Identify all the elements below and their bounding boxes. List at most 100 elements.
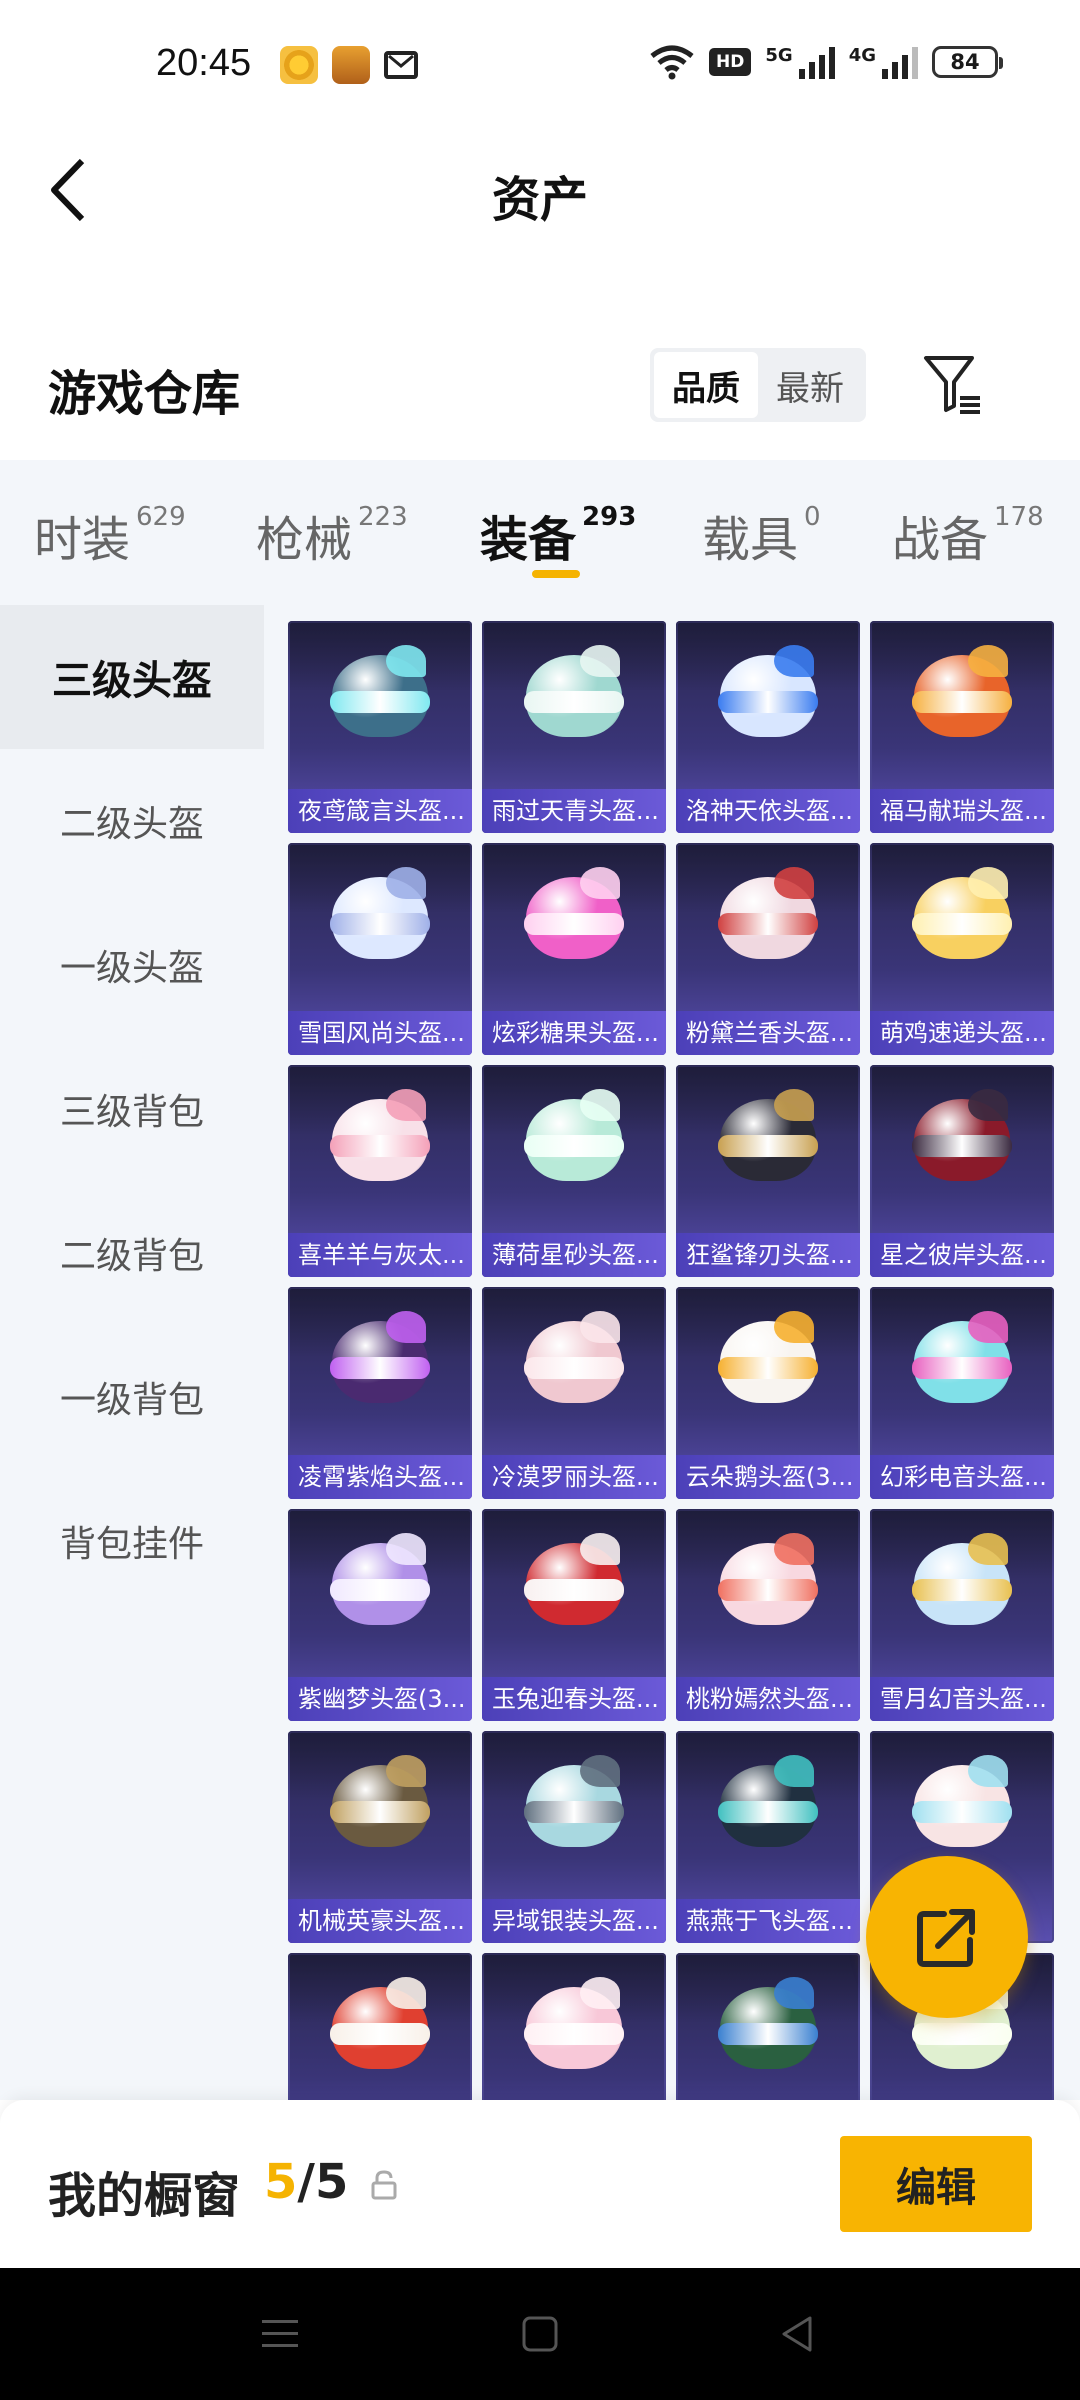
- home-nav-icon[interactable]: [518, 2312, 562, 2356]
- edit-button[interactable]: 编辑: [840, 2136, 1032, 2232]
- helmet-decoration: [774, 1089, 814, 1121]
- mail-icon: [384, 51, 418, 79]
- item-card[interactable]: 云朵鹅头盔(3...: [676, 1287, 860, 1499]
- helmet-visor: [330, 913, 430, 935]
- sidebar-item-level3-backpack[interactable]: 三级背包: [0, 1037, 264, 1181]
- item-card[interactable]: 洛神天依头盔...: [676, 621, 860, 833]
- item-name: 异域银装头盔...: [482, 1899, 666, 1943]
- helmet-visor: [718, 1801, 818, 1823]
- lock-icon: [371, 2170, 397, 2200]
- item-card[interactable]: 紫幽梦头盔(3...: [288, 1509, 472, 1721]
- notification-icons: [280, 46, 418, 84]
- helmet-image: [520, 645, 628, 747]
- helmet-image: [326, 645, 434, 747]
- item-card[interactable]: 夜鸢箴言头盔...: [288, 621, 472, 833]
- helmet-decoration: [580, 1533, 620, 1565]
- item-card[interactable]: 玉兔迎春头盔...: [482, 1509, 666, 1721]
- helmet-decoration: [774, 1311, 814, 1343]
- helmet-image: [714, 1533, 822, 1635]
- helmet-decoration: [774, 867, 814, 899]
- item-name: 粉黛兰香头盔...: [676, 1011, 860, 1055]
- sidebar-item-level1-helmet[interactable]: 一级头盔: [0, 893, 264, 1037]
- helmet-image: [520, 1533, 628, 1635]
- back-nav-icon[interactable]: [776, 2312, 820, 2356]
- item-name: 机械英豪头盔...: [288, 1899, 472, 1943]
- helmet-image: [714, 1311, 822, 1413]
- sidebar-item-backpack-charm[interactable]: 背包挂件: [0, 1469, 264, 1613]
- helmet-decoration: [968, 1755, 1008, 1787]
- game-notification-icon: [332, 46, 370, 84]
- tab-label: 枪械: [256, 512, 353, 568]
- helmet-image: [520, 1311, 628, 1413]
- tab-firearms[interactable]: 枪械 223: [256, 500, 408, 570]
- helmet-decoration: [774, 645, 814, 677]
- sidebar-item-level2-backpack[interactable]: 二级背包: [0, 1181, 264, 1325]
- helmet-visor: [524, 1579, 624, 1601]
- item-card[interactable]: 桃粉嫣然头盔...: [676, 1509, 860, 1721]
- item-name: 萌鸡速递头盔...: [870, 1011, 1054, 1055]
- app-notification-icon: [280, 46, 318, 84]
- helmet-image: [326, 1533, 434, 1635]
- helmet-visor: [524, 691, 624, 713]
- helmet-decoration: [580, 1311, 620, 1343]
- sort-quality-option[interactable]: 品质: [654, 352, 758, 418]
- item-card[interactable]: 机械英豪头盔...: [288, 1731, 472, 1943]
- tab-supplies[interactable]: 战备 178: [892, 500, 1044, 570]
- item-card[interactable]: 喜羊羊与灰太...: [288, 1065, 472, 1277]
- item-card[interactable]: [676, 1953, 860, 2100]
- item-card[interactable]: 雪月幻音头盔...: [870, 1509, 1054, 1721]
- item-name: 云朵鹅头盔(3...: [676, 1455, 860, 1499]
- helmet-visor: [912, 913, 1012, 935]
- item-card[interactable]: 福马献瑞头盔...: [870, 621, 1054, 833]
- tab-label: 时装: [34, 512, 131, 568]
- item-card[interactable]: 冷漠罗丽头盔...: [482, 1287, 666, 1499]
- helmet-decoration: [386, 1755, 426, 1787]
- tab-equipment[interactable]: 装备 293: [480, 500, 636, 570]
- helmet-image: [908, 1311, 1016, 1413]
- showcase-max: 5: [314, 2154, 349, 2210]
- helmet-decoration: [580, 1755, 620, 1787]
- helmet-image: [908, 1755, 1016, 1857]
- item-name: 玉兔迎春头盔...: [482, 1677, 666, 1721]
- item-card[interactable]: 萌鸡速递头盔...: [870, 843, 1054, 1055]
- menu-nav-icon[interactable]: [258, 2312, 302, 2356]
- helmet-decoration: [968, 1089, 1008, 1121]
- active-tab-indicator: [532, 570, 580, 578]
- item-card[interactable]: [288, 1953, 472, 2100]
- helmet-decoration: [386, 645, 426, 677]
- item-card[interactable]: 薄荷星砂头盔...: [482, 1065, 666, 1277]
- sidebar-item-level3-helmet[interactable]: 三级头盔: [0, 605, 264, 749]
- tab-vehicles[interactable]: 载具 0: [702, 500, 821, 570]
- item-name: 燕燕于飞头盔...: [676, 1899, 860, 1943]
- share-button[interactable]: [866, 1856, 1028, 2018]
- item-card[interactable]: 幻彩电音头盔...: [870, 1287, 1054, 1499]
- helmet-visor: [524, 2023, 624, 2045]
- helmet-visor: [912, 1579, 1012, 1601]
- item-name: 雪国风尚头盔...: [288, 1011, 472, 1055]
- status-time: 20:45: [156, 42, 252, 84]
- item-card[interactable]: [482, 1953, 666, 2100]
- tab-label: 载具: [702, 512, 799, 568]
- item-card[interactable]: 粉黛兰香头盔...: [676, 843, 860, 1055]
- item-card[interactable]: 雪国风尚头盔...: [288, 843, 472, 1055]
- item-card[interactable]: 凌霄紫焰头盔...: [288, 1287, 472, 1499]
- system-nav-bar: [0, 2268, 1080, 2400]
- sidebar-item-level1-backpack[interactable]: 一级背包: [0, 1325, 264, 1469]
- tab-count: 0: [804, 502, 821, 532]
- tab-fashion[interactable]: 时装 629: [34, 500, 186, 570]
- item-card[interactable]: 炫彩糖果头盔...: [482, 843, 666, 1055]
- item-card[interactable]: 狂鲨锋刃头盔...: [676, 1065, 860, 1277]
- item-card[interactable]: 雨过天青头盔...: [482, 621, 666, 833]
- helmet-decoration: [386, 1089, 426, 1121]
- item-card[interactable]: 星之彼岸头盔...: [870, 1065, 1054, 1277]
- helmet-image: [714, 645, 822, 747]
- item-card[interactable]: 异域银装头盔...: [482, 1731, 666, 1943]
- showcase-label: 我的橱窗: [48, 2168, 241, 2224]
- filter-button[interactable]: [920, 352, 986, 418]
- helmet-image: [908, 867, 1016, 969]
- sidebar-item-level2-helmet[interactable]: 二级头盔: [0, 749, 264, 893]
- item-card[interactable]: 燕燕于飞头盔...: [676, 1731, 860, 1943]
- helmet-image: [520, 1089, 628, 1191]
- helmet-visor: [524, 1357, 624, 1379]
- sort-newest-option[interactable]: 最新: [758, 352, 862, 418]
